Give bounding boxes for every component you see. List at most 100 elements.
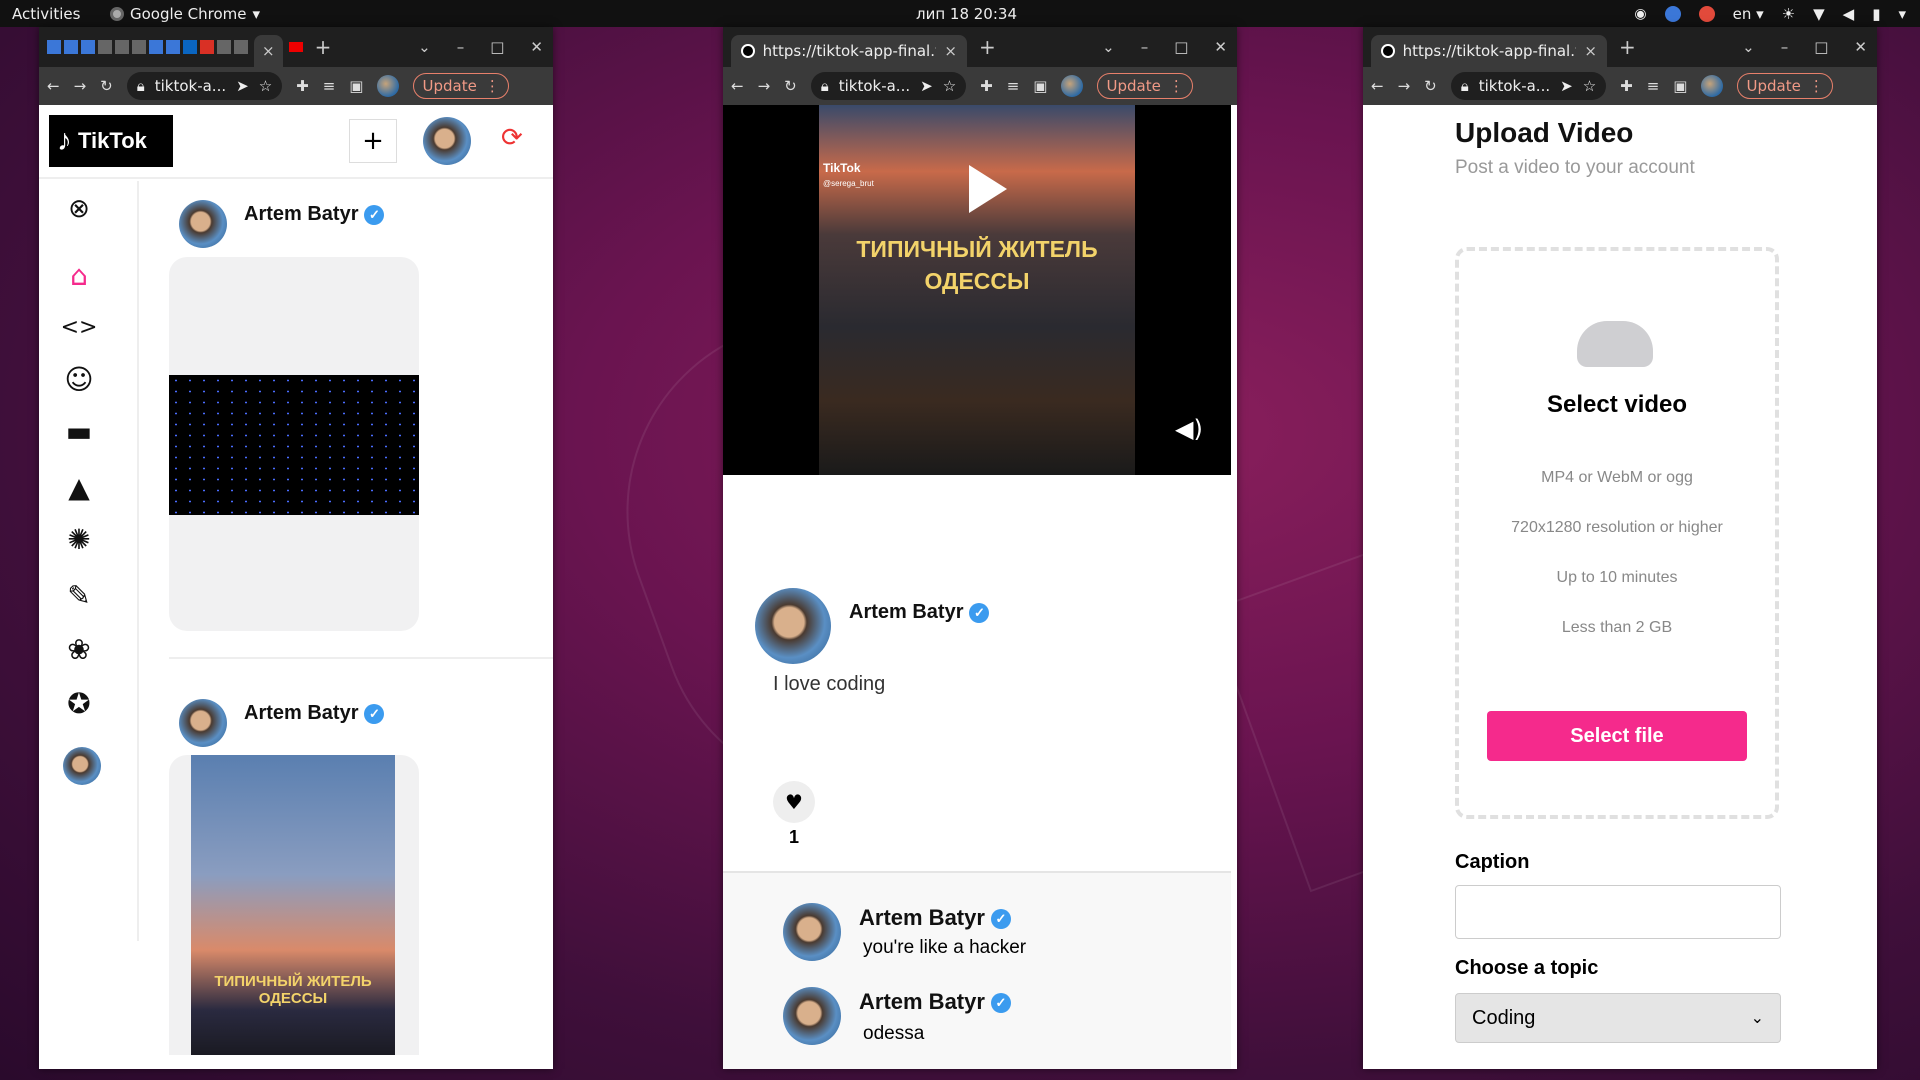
forward-icon[interactable]: → [1398, 77, 1411, 95]
lipstick-icon[interactable]: ✎ [61, 577, 97, 613]
tab-active[interactable]: × [254, 35, 283, 67]
video-card[interactable]: ТИПИЧНЫЙ ЖИТЕЛЬ ОДЕССЫ [169, 755, 419, 1055]
update-button[interactable]: Update ⋮ [1097, 73, 1193, 99]
tab-favicon[interactable] [200, 40, 214, 54]
video-player[interactable] [169, 375, 419, 515]
reload-icon[interactable]: ↻ [100, 77, 113, 95]
tab-favicon[interactable] [64, 40, 78, 54]
close-window-icon[interactable]: ✕ [530, 38, 543, 56]
activities-button[interactable]: Activities [12, 5, 80, 23]
profile-avatar[interactable] [1701, 75, 1724, 97]
close-window-icon[interactable]: ✕ [1214, 38, 1227, 56]
gamepad-icon[interactable]: ▬ [61, 413, 97, 449]
extensions-icon[interactable]: ✚ [296, 77, 309, 95]
post-author-name[interactable]: Artem Batyr ✓ [244, 203, 385, 226]
tab-favicon[interactable] [98, 40, 112, 54]
minimize-icon[interactable]: – [1781, 38, 1789, 56]
clock[interactable]: лип 18 20:34 [916, 5, 1017, 23]
side-panel-icon[interactable]: ▣ [1673, 77, 1687, 95]
back-icon[interactable]: ← [47, 77, 60, 95]
user-avatar[interactable] [423, 117, 471, 165]
tab-favicon[interactable] [217, 40, 231, 54]
brightness-icon[interactable]: ☀ [1782, 5, 1795, 23]
code-icon[interactable]: <> [61, 309, 98, 345]
tab-favicon[interactable] [115, 40, 129, 54]
paw-icon[interactable]: ❀ [61, 631, 97, 667]
video-player[interactable]: TikTok @serega_brut ТИПИЧНЫЙ ЖИТЕЛЬ ОДЕС… [723, 105, 1231, 475]
discord-icon[interactable]: ◉ [1634, 6, 1646, 22]
chevron-down-icon[interactable]: ▾ [1898, 5, 1906, 23]
suggested-account-avatar[interactable] [63, 747, 101, 785]
close-icon[interactable]: × [262, 42, 275, 60]
app-menu[interactable]: Google Chrome ▾ [110, 5, 260, 23]
address-bar[interactable]: 🔒︎ tiktok-a... ➤ ☆ [126, 72, 283, 100]
update-button[interactable]: Update ⋮ [413, 73, 509, 99]
new-tab-button[interactable]: + [315, 35, 332, 59]
video-player[interactable]: ТИПИЧНЫЙ ЖИТЕЛЬ ОДЕССЫ [191, 755, 395, 1055]
reading-list-icon[interactable]: ≡ [323, 77, 336, 95]
tab-favicon[interactable] [183, 40, 197, 54]
tab-search-icon[interactable]: ⌄ [1742, 38, 1755, 56]
comment-avatar[interactable] [783, 903, 841, 961]
tab-favicon[interactable] [234, 40, 248, 54]
battery-icon[interactable]: ▮ [1872, 5, 1880, 23]
tab-favicon[interactable] [149, 40, 163, 54]
maximize-icon[interactable]: □ [1174, 38, 1188, 56]
address-bar[interactable]: 🔒︎ tiktok-a... ➤ ☆ [810, 72, 967, 100]
author-name[interactable]: Artem Batyr ✓ [849, 601, 990, 624]
back-icon[interactable]: ← [1371, 77, 1384, 95]
minimize-icon[interactable]: – [1141, 38, 1149, 56]
bookmark-star-icon[interactable]: ☆ [943, 77, 956, 95]
extensions-icon[interactable]: ✚ [1620, 77, 1633, 95]
comment-author[interactable]: Artem Batyr ✓ [859, 989, 1011, 1015]
extensions-icon[interactable]: ✚ [980, 77, 993, 95]
bookmark-star-icon[interactable]: ☆ [259, 77, 272, 95]
side-panel-icon[interactable]: ▣ [1033, 77, 1047, 95]
select-file-button[interactable]: Select file [1487, 711, 1747, 761]
like-button[interactable]: ♥ [773, 781, 815, 823]
reload-icon[interactable]: ↻ [1424, 77, 1437, 95]
wifi-icon[interactable]: ▼ [1813, 5, 1825, 23]
tab-search-icon[interactable]: ⌄ [418, 38, 431, 56]
reload-icon[interactable]: ↻ [784, 77, 797, 95]
post-author-name[interactable]: Artem Batyr ✓ [244, 702, 385, 725]
caption-input[interactable] [1455, 885, 1781, 939]
tab-favicon[interactable] [166, 40, 180, 54]
profile-avatar[interactable] [377, 75, 400, 97]
close-window-icon[interactable]: ✕ [1854, 38, 1867, 56]
forward-icon[interactable]: → [758, 77, 771, 95]
volume-icon[interactable]: ◀) [1175, 415, 1203, 443]
tab-favicon[interactable] [81, 40, 95, 54]
close-icon[interactable]: × [1584, 42, 1597, 60]
upload-button[interactable]: + [349, 119, 397, 163]
pinned-tabs[interactable] [47, 40, 248, 54]
spiral-icon[interactable]: ✺ [61, 521, 97, 557]
cake-icon[interactable]: ▲ [61, 469, 97, 505]
forward-icon[interactable]: → [74, 77, 87, 95]
video-dropzone[interactable]: Select video MP4 or WebM or ogg 720x1280… [1455, 247, 1779, 819]
close-icon[interactable]: × [944, 42, 957, 60]
cool-face-icon[interactable]: ☺ [61, 361, 97, 397]
home-icon[interactable]: ⌂ [61, 257, 97, 293]
maximize-icon[interactable]: □ [490, 38, 504, 56]
tab-favicon[interactable] [47, 40, 61, 54]
send-icon[interactable]: ➤ [236, 77, 249, 95]
update-button[interactable]: Update ⋮ [1737, 73, 1833, 99]
tiktok-logo[interactable]: ♪ TikTok [49, 115, 173, 167]
youtube-tab-icon[interactable] [288, 42, 303, 52]
topic-select[interactable]: Coding ⌄ [1455, 993, 1781, 1043]
minimize-icon[interactable]: – [457, 38, 465, 56]
post-author-avatar[interactable] [179, 200, 227, 248]
comment-author[interactable]: Artem Batyr ✓ [859, 905, 1011, 931]
maximize-icon[interactable]: □ [1814, 38, 1828, 56]
tab-search-icon[interactable]: ⌄ [1102, 38, 1115, 56]
new-tab-button[interactable]: + [1619, 35, 1636, 59]
comment-avatar[interactable] [783, 987, 841, 1045]
tray-notify-icon[interactable] [1698, 5, 1715, 22]
post-author-avatar[interactable] [179, 699, 227, 747]
bookmark-star-icon[interactable]: ☆ [1583, 77, 1596, 95]
tab-active[interactable]: https://tiktok-app-final.v × [1371, 35, 1607, 67]
tray-app-icon[interactable] [1664, 5, 1681, 22]
video-card[interactable] [169, 257, 419, 631]
volume-icon[interactable]: ◀ [1843, 5, 1855, 23]
